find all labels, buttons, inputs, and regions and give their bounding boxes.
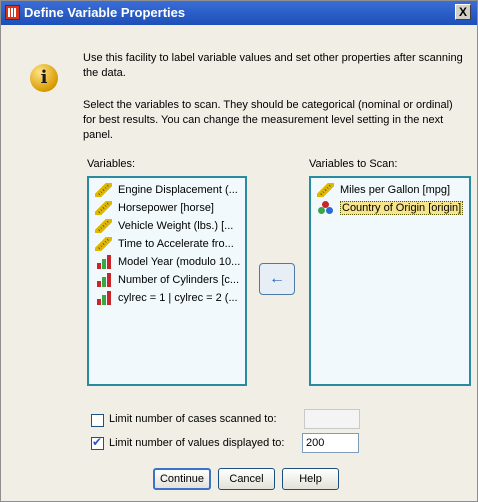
limit-cases-field[interactable] (304, 409, 360, 429)
limit-cases-checkbox[interactable] (91, 414, 104, 427)
instructions-text: Use this facility to label variable valu… (83, 52, 463, 79)
limit-values-field[interactable] (302, 433, 359, 453)
variable-label: Number of Cylinders [c... (118, 274, 240, 286)
list-item-selected[interactable]: Country of Origin [origin] (314, 199, 469, 217)
window-title: Define Variable Properties (24, 5, 186, 20)
list-item[interactable]: Horsepower [horse] (92, 199, 245, 217)
continue-button[interactable]: Continue (153, 468, 211, 490)
variable-label: Time to Accelerate fro... (118, 238, 234, 250)
cancel-button[interactable]: Cancel (218, 468, 275, 490)
app-icon (5, 5, 20, 20)
list-item[interactable]: Time to Accelerate fro... (92, 235, 245, 253)
variable-label: cylrec = 1 | cylrec = 2 (... (118, 292, 238, 304)
variable-label: Vehicle Weight (lbs.) [... (118, 220, 234, 232)
list-item[interactable]: Miles per Gallon [mpg] (314, 181, 469, 199)
list-item[interactable]: Number of Cylinders [c... (92, 271, 245, 289)
arrow-left-icon: ← (269, 270, 285, 287)
scale-icon (95, 219, 112, 233)
scale-icon (95, 183, 112, 197)
title-bar[interactable]: Define Variable Properties X (1, 1, 477, 25)
variables-list[interactable]: Engine Displacement (... Horsepower [hor… (87, 176, 247, 386)
list-item[interactable]: cylrec = 1 | cylrec = 2 (... (92, 289, 245, 307)
ordinal-icon (95, 291, 112, 305)
variable-label: Miles per Gallon [mpg] (340, 184, 451, 196)
list-item[interactable]: Vehicle Weight (lbs.) [... (92, 217, 245, 235)
scale-icon (95, 201, 112, 215)
close-button[interactable]: X (455, 4, 471, 20)
instructions-text-select: Select the variables to scan. They shoul… (83, 99, 453, 141)
ordinal-icon (95, 255, 112, 269)
variables-to-scan-label: Variables to Scan: (309, 158, 398, 170)
dialog-window: Define Variable Properties X i Use this … (0, 0, 478, 502)
scale-icon (317, 183, 334, 197)
variable-label: Country of Origin [origin] (340, 201, 464, 215)
limit-values-checkbox[interactable] (91, 435, 104, 450)
list-item[interactable]: Engine Displacement (... (92, 181, 245, 199)
limit-cases-label: Limit number of cases scanned to: (109, 413, 277, 425)
variable-label: Engine Displacement (... (118, 184, 238, 196)
help-button[interactable]: Help (282, 468, 339, 490)
info-icon: i (30, 64, 58, 92)
ordinal-icon (95, 273, 112, 287)
list-item[interactable]: Model Year (modulo 10... (92, 253, 245, 271)
move-variable-button[interactable]: ← (259, 263, 295, 295)
nominal-icon (317, 201, 334, 215)
variable-label: Horsepower [horse] (118, 202, 214, 214)
variables-label: Variables: (87, 158, 136, 170)
variables-to-scan-list[interactable]: Miles per Gallon [mpg] Country of Origin… (309, 176, 471, 386)
scale-icon (95, 237, 112, 251)
variable-label: Model Year (modulo 10... (118, 256, 241, 268)
limit-values-label: Limit number of values displayed to: (109, 437, 285, 449)
